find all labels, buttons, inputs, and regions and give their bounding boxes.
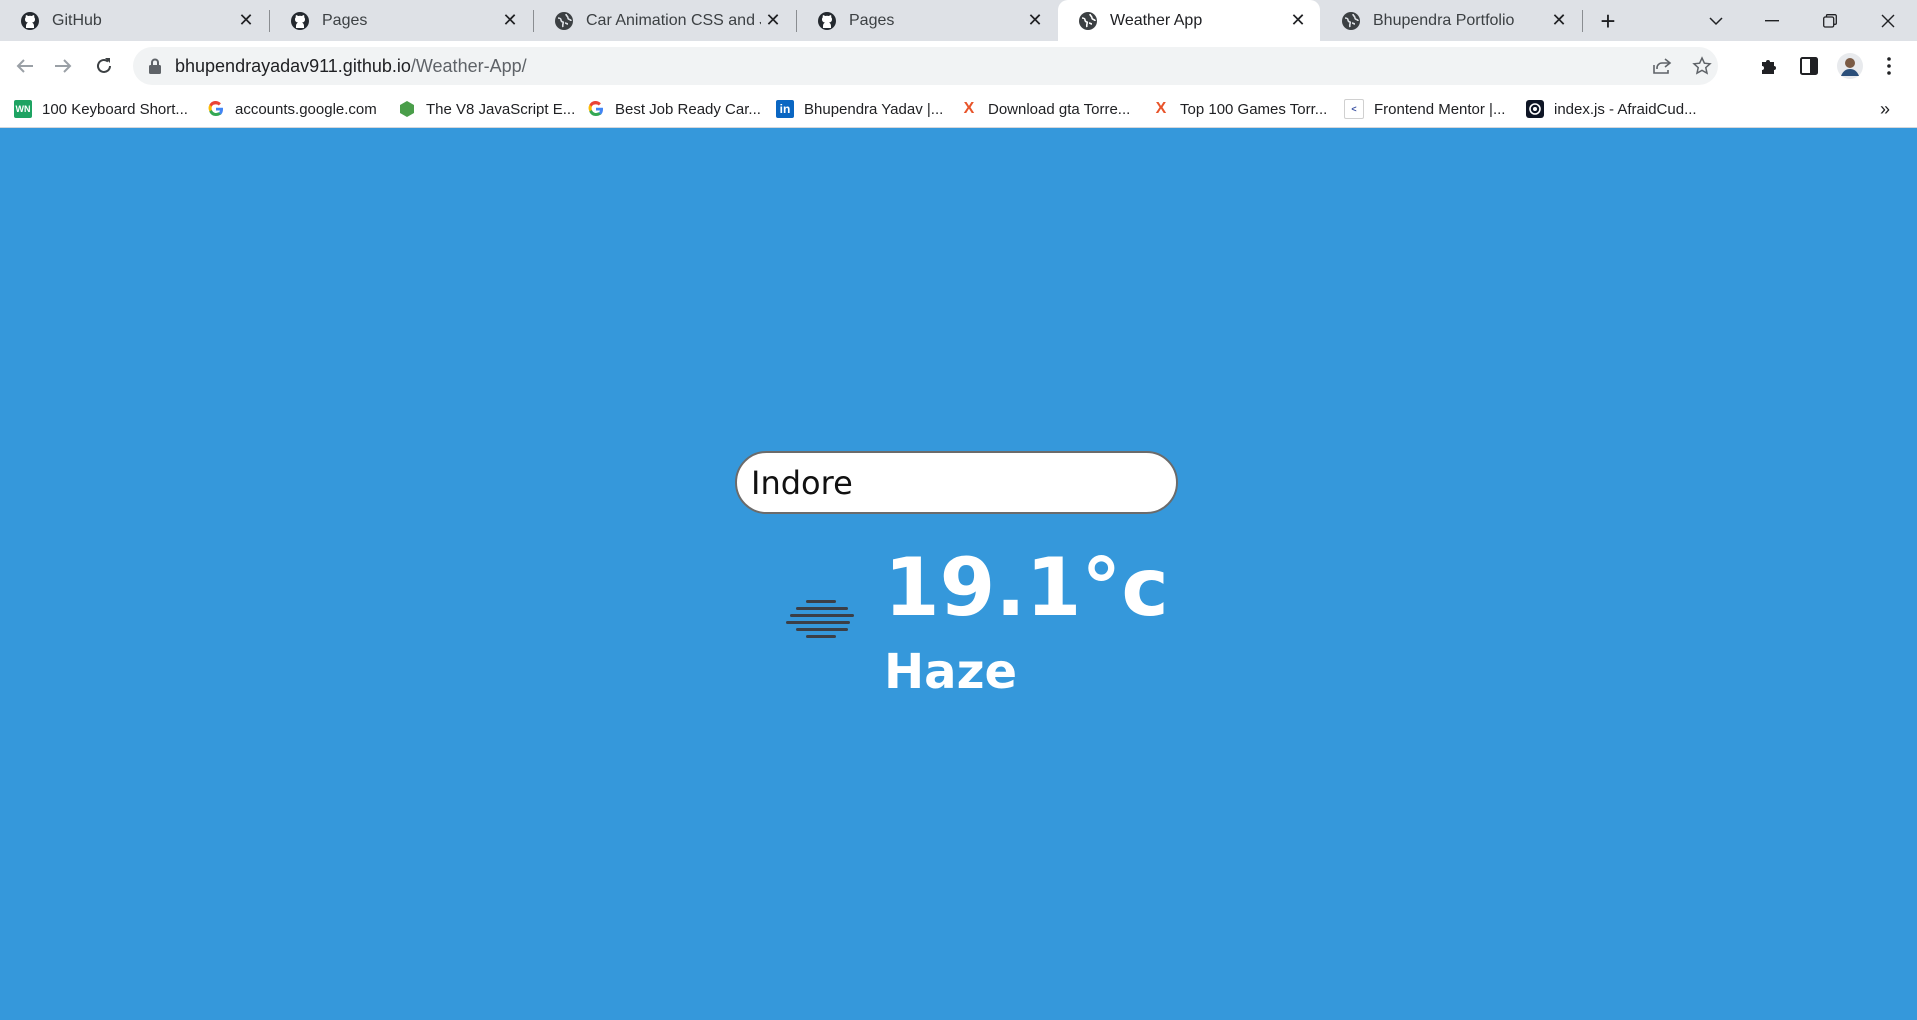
minimize-button[interactable] (1744, 0, 1800, 41)
tab-close-button[interactable]: ✕ (1023, 9, 1047, 33)
forward-button[interactable] (48, 51, 78, 81)
bookmark-item[interactable]: X Top 100 Games Torr... (1152, 91, 1328, 127)
tab-weather-app[interactable]: Weather App ✕ (1058, 0, 1320, 41)
url-text: bhupendrayadav911.github.io/Weather-App/ (175, 47, 527, 85)
city-search-input[interactable] (735, 451, 1178, 514)
share-button[interactable] (1650, 54, 1674, 78)
bookmark-item[interactable]: Best Job Ready Car... (587, 91, 761, 127)
tab-pages-2[interactable]: Pages ✕ (797, 0, 1057, 41)
replit-icon (1526, 100, 1544, 118)
bookmark-label: Top 100 Games Torr... (1180, 100, 1328, 118)
x-torrent-icon: X (963, 100, 975, 117)
github-icon (20, 11, 40, 31)
bookmark-item[interactable]: WN 100 Keyboard Short... (14, 91, 188, 127)
tab-close-button[interactable]: ✕ (1286, 9, 1310, 33)
avatar (1837, 53, 1863, 79)
bookmark-item[interactable]: index.js - AfraidCud... (1526, 91, 1697, 127)
menu-button[interactable] (1875, 52, 1903, 80)
tab-label: Weather App (1110, 11, 1203, 29)
kebab-menu-icon (1887, 57, 1891, 75)
weather-description: Haze (884, 644, 1018, 700)
extensions-button[interactable] (1755, 52, 1783, 80)
tab-strip: GitHub ✕ Pages ✕ Car Animation CSS and J… (0, 0, 1917, 41)
globe-icon (1341, 11, 1361, 31)
side-panel-icon (1800, 57, 1818, 75)
browser-chrome: GitHub ✕ Pages ✕ Car Animation CSS and J… (0, 0, 1917, 128)
bookmark-label: The V8 JavaScript E... (426, 100, 576, 118)
bookmark-item[interactable]: The V8 JavaScript E... (398, 91, 575, 127)
globe-icon (554, 11, 574, 31)
tab-github[interactable]: GitHub ✕ (0, 0, 268, 41)
google-icon (587, 100, 605, 118)
tab-label: Pages (849, 11, 895, 29)
globe-icon (1078, 11, 1098, 31)
bookmark-label: Frontend Mentor |... (1374, 100, 1506, 118)
arrow-left-icon (16, 59, 33, 73)
weather-app: 19.1°c Haze (0, 128, 1917, 1020)
temperature-value: 19.1°c (884, 541, 1169, 634)
bookmarks-overflow-button[interactable]: » (1880, 91, 1890, 127)
x-torrent-icon: X (1155, 100, 1167, 117)
tab-close-button[interactable]: ✕ (1547, 9, 1571, 33)
restore-icon (1823, 13, 1837, 28)
arrow-right-icon (55, 59, 72, 73)
bookmarks-bar: WN 100 Keyboard Short... accounts.google… (0, 91, 1917, 128)
tab-close-button[interactable]: ✕ (234, 9, 258, 33)
github-icon (817, 11, 837, 31)
browser-toolbar: bhupendrayadav911.github.io/Weather-App/ (0, 41, 1917, 91)
bookmark-label: Download gta Torre... (988, 100, 1131, 118)
profile-button[interactable] (1836, 52, 1864, 80)
bookmark-label: index.js - AfraidCud... (1554, 100, 1697, 118)
close-window-button[interactable] (1860, 0, 1916, 41)
chevron-down-icon (1709, 16, 1723, 25)
linkedin-icon: in (776, 100, 794, 118)
reload-icon (97, 58, 111, 73)
back-button[interactable] (10, 51, 40, 81)
minimize-icon (1765, 19, 1779, 21)
bookmark-label: accounts.google.com (235, 100, 377, 118)
google-icon (207, 100, 225, 118)
github-icon (290, 11, 310, 31)
new-tab-button[interactable]: + (1593, 6, 1623, 36)
restore-button[interactable] (1802, 0, 1858, 41)
tab-label: GitHub (52, 11, 102, 29)
frontend-mentor-icon: < (1344, 99, 1364, 119)
tab-close-button[interactable]: ✕ (498, 9, 522, 33)
bookmark-item[interactable]: X Download gta Torre... (960, 91, 1131, 127)
tab-car-animation[interactable]: Car Animation CSS and JavaScript ✕ (534, 0, 795, 41)
puzzle-icon (1762, 60, 1776, 74)
wn-icon: WN (14, 100, 32, 118)
tab-label: Car Animation CSS and JavaScript (586, 11, 761, 29)
bookmark-label: Best Job Ready Car... (615, 100, 761, 118)
reload-button[interactable] (89, 51, 119, 81)
bookmark-label: 100 Keyboard Short... (42, 100, 188, 118)
bookmark-label: Bhupendra Yadav |... (804, 100, 944, 118)
tab-label: Pages (322, 11, 368, 29)
star-icon (1692, 56, 1712, 75)
url-host: bhupendrayadav911.github.io (175, 56, 411, 76)
url-path: /Weather-App/ (410, 56, 527, 76)
v8-icon (398, 100, 416, 118)
haze-icon (786, 600, 854, 638)
tab-portfolio[interactable]: Bhupendra Portfolio ✕ (1321, 0, 1581, 41)
tab-search-button[interactable] (1688, 0, 1744, 41)
tab-label: Bhupendra Portfolio (1373, 11, 1515, 29)
share-icon (1653, 58, 1672, 74)
close-icon (1881, 14, 1895, 27)
tab-pages-1[interactable]: Pages ✕ (270, 0, 532, 41)
side-panel-button[interactable] (1795, 52, 1823, 80)
bookmark-item[interactable]: in Bhupendra Yadav |... (776, 91, 943, 127)
address-bar[interactable]: bhupendrayadav911.github.io/Weather-App/ (133, 47, 1718, 85)
bookmark-star-button[interactable] (1690, 54, 1714, 78)
bookmark-item[interactable]: < Frontend Mentor |... (1344, 91, 1505, 127)
tab-separator (1582, 10, 1583, 32)
bookmark-item[interactable]: accounts.google.com (207, 91, 377, 127)
tab-close-button[interactable]: ✕ (761, 9, 785, 33)
lock-icon (149, 58, 161, 74)
